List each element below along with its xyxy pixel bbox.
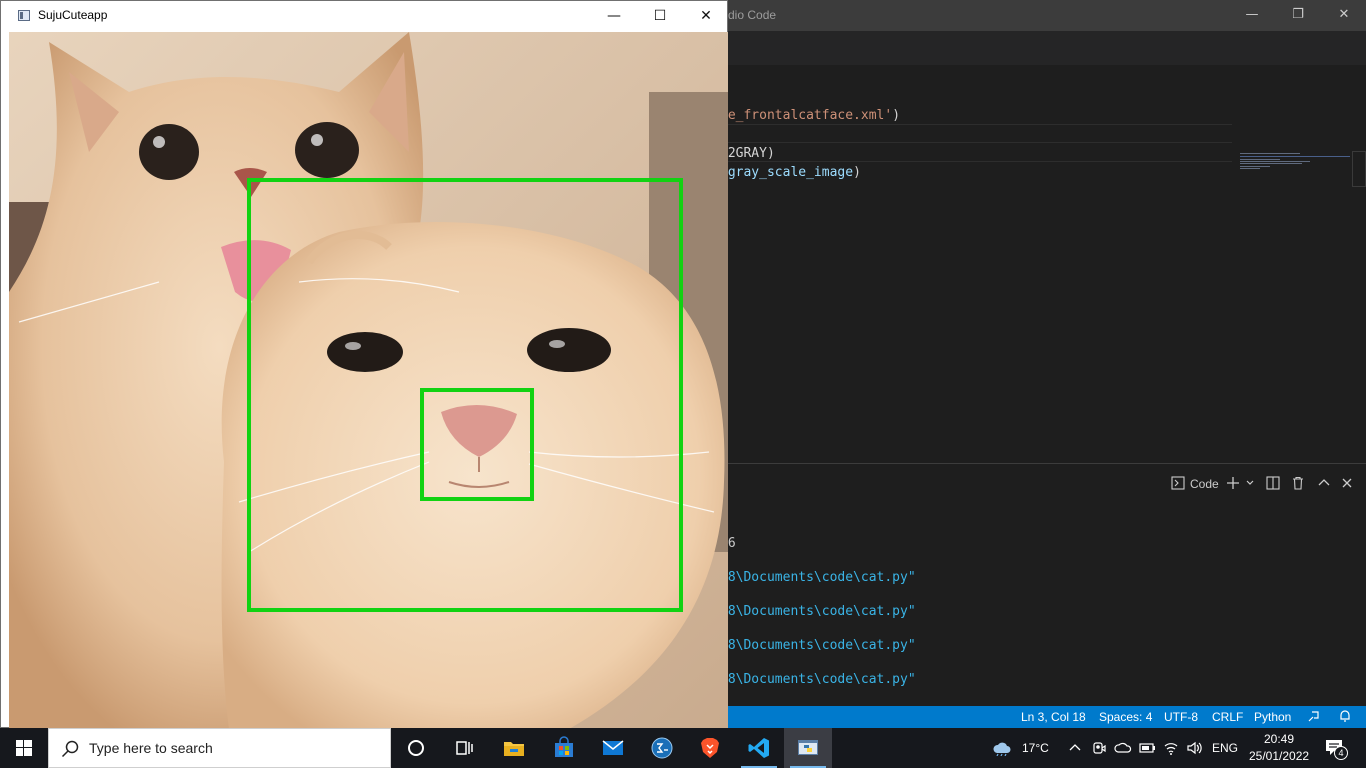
minimap[interactable] xyxy=(1238,151,1350,175)
visual-studio-code-icon[interactable] xyxy=(735,728,783,768)
code-token: ) xyxy=(892,108,901,123)
minimize-button[interactable]: — xyxy=(591,1,637,31)
battery-icon[interactable] xyxy=(1139,740,1155,756)
windows-logo-icon xyxy=(16,740,32,756)
status-eol[interactable]: CRLF xyxy=(1212,710,1243,724)
terminal-dropdown-chevron-icon[interactable] xyxy=(1245,476,1255,495)
wifi-icon[interactable] xyxy=(1163,740,1179,756)
show-hidden-icons-chevron-up-icon[interactable] xyxy=(1067,740,1083,756)
code-line: de_frontalcatface.xml') xyxy=(720,108,900,123)
cat-photo xyxy=(9,32,728,729)
clock-time[interactable]: 20:49 xyxy=(1264,732,1294,746)
code-token: R2GRAY) xyxy=(720,146,775,161)
code-token: ) xyxy=(853,165,861,180)
maximize-button[interactable]: ☐ xyxy=(637,1,683,31)
windows-taskbar: Type here to search 17°C ENG 20:49 25/01… xyxy=(0,728,1366,768)
terminal-line: 08\Documents\code\cat.py" xyxy=(720,672,916,687)
maximize-panel-chevron-up-icon[interactable] xyxy=(1317,476,1331,495)
terminal-line: 08\Documents\code\cat.py" xyxy=(720,570,916,585)
code-line: R2GRAY) xyxy=(720,146,775,161)
file-explorer-icon[interactable] xyxy=(490,728,538,768)
desktop-screen: dio Code — ❐ ✕ de_frontalcatface.xml') R2… xyxy=(0,0,1366,768)
editor-scrollbar[interactable] xyxy=(1352,151,1366,187)
sujucuteapp-window: SujuCuteapp — ☐ ✕ xyxy=(0,0,728,729)
vscode-restore-button[interactable]: ❐ xyxy=(1281,4,1315,26)
vscode-minimize-button[interactable]: — xyxy=(1235,4,1269,26)
input-language-indicator[interactable]: ENG xyxy=(1212,741,1238,755)
new-terminal-plus-icon[interactable] xyxy=(1226,476,1240,495)
code-token: de_frontalcatface.xml' xyxy=(720,108,893,123)
close-panel-icon[interactable] xyxy=(1340,476,1354,495)
kill-terminal-trash-icon[interactable] xyxy=(1291,476,1305,495)
weather-temperature[interactable]: 17°C xyxy=(1022,741,1049,755)
search-placeholder: Type here to search xyxy=(89,740,213,756)
code-token: gray_scale_image xyxy=(727,165,854,180)
vscode-close-button[interactable]: ✕ xyxy=(1327,4,1361,26)
status-indentation[interactable]: Spaces: 4 xyxy=(1099,710,1152,724)
onedrive-cloud-icon[interactable] xyxy=(1114,740,1132,756)
mail-icon[interactable] xyxy=(589,728,637,768)
current-line-highlight xyxy=(728,124,1232,143)
python-app-icon[interactable] xyxy=(784,728,832,768)
app-window-icon xyxy=(18,10,30,21)
meet-now-icon[interactable] xyxy=(1091,740,1107,756)
sujucuteapp-titlebar[interactable]: SujuCuteapp — ☐ ✕ xyxy=(1,1,727,31)
status-encoding[interactable]: UTF-8 xyxy=(1164,710,1198,724)
volume-icon[interactable] xyxy=(1186,740,1202,756)
split-terminal-icon[interactable] xyxy=(1266,476,1280,495)
status-language[interactable]: Python xyxy=(1254,710,1291,724)
calculator-app-icon[interactable] xyxy=(638,728,686,768)
search-icon xyxy=(61,740,79,758)
brave-browser-icon[interactable] xyxy=(686,728,734,768)
terminal-line: 08\Documents\code\cat.py" xyxy=(720,604,916,619)
line-separator xyxy=(728,143,1232,162)
window-title: SujuCuteapp xyxy=(38,8,108,22)
vscode-title: dio Code xyxy=(728,8,777,22)
action-center-notifications-icon[interactable]: 4 xyxy=(1324,738,1348,760)
terminal-selector-label[interactable]: Code xyxy=(1190,476,1219,492)
terminal-line: 08\Documents\code\cat.py" xyxy=(720,638,916,653)
cortana-circle-icon[interactable] xyxy=(392,728,440,768)
cat-nose-detection-box xyxy=(420,388,534,501)
notification-count-badge: 4 xyxy=(1334,746,1348,760)
start-button[interactable] xyxy=(0,728,48,768)
notifications-bell-icon[interactable] xyxy=(1338,709,1352,726)
close-button[interactable]: ✕ xyxy=(683,1,729,31)
weather-cloud-icon[interactable] xyxy=(992,740,1012,757)
microsoft-store-icon[interactable] xyxy=(540,728,588,768)
clock-date[interactable]: 25/01/2022 xyxy=(1249,749,1309,763)
task-view-icon[interactable] xyxy=(440,728,488,768)
code-line: (gray_scale_image) xyxy=(720,165,861,180)
terminal-icon xyxy=(1171,476,1185,495)
status-cursor-position[interactable]: Ln 3, Col 18 xyxy=(1021,710,1086,724)
feedback-icon[interactable] xyxy=(1307,709,1321,726)
taskbar-search-box[interactable]: Type here to search xyxy=(48,728,391,768)
